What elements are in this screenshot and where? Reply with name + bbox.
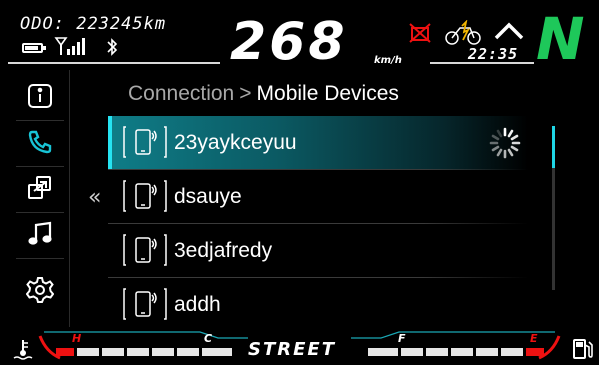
breadcrumb-current: Mobile Devices xyxy=(256,82,399,105)
fuel-full-label: F xyxy=(398,332,406,345)
device-row[interactable]: 23yaykceyuu xyxy=(108,116,528,170)
scrollbar-thumb[interactable] xyxy=(552,126,555,168)
device-name: addh xyxy=(174,293,221,316)
connect-icon xyxy=(28,176,51,199)
bluetooth-icon xyxy=(107,38,118,56)
riding-mode: STREET xyxy=(248,339,336,360)
engine-warning-icon xyxy=(409,23,431,43)
info-icon xyxy=(28,84,52,108)
signal-strength-icon xyxy=(54,37,85,55)
list-scrollbar[interactable] xyxy=(552,126,555,290)
sidebar-item-music[interactable] xyxy=(20,214,60,254)
speedometer: 268 km/h xyxy=(226,12,416,74)
temp-low-label: C xyxy=(204,332,213,345)
sidebar-item-phone[interactable] xyxy=(20,122,60,162)
battery-icon xyxy=(22,43,46,53)
clock: 22:35 xyxy=(468,45,519,63)
sidebar xyxy=(10,70,70,327)
breadcrumb: Connection > Mobile Devices xyxy=(128,82,399,106)
loading-spinner-icon xyxy=(489,127,521,159)
sidebar-item-connectivity[interactable] xyxy=(20,168,60,208)
speed-unit: km/h xyxy=(374,55,402,66)
temp-high-label: H xyxy=(72,332,82,345)
fuel-empty-label: E xyxy=(530,332,538,345)
mobile-device-icon xyxy=(123,288,167,320)
odometer: ODO: 223245km xyxy=(20,14,166,34)
device-name: dsauye xyxy=(174,185,242,208)
device-row[interactable]: 3edjafredy xyxy=(108,224,528,278)
music-icon xyxy=(28,221,52,245)
status-footer: H C STREET F E xyxy=(0,326,599,365)
navigation-arrow-icon xyxy=(494,22,524,40)
odometer-label: ODO: xyxy=(20,14,65,34)
device-row[interactable]: addh xyxy=(108,278,528,332)
mobile-device-icon xyxy=(123,126,167,158)
gear-icon xyxy=(26,277,54,303)
header-divider-left xyxy=(8,62,220,64)
breadcrumb-parent[interactable]: Connection xyxy=(128,82,234,105)
device-name: 3edjafredy xyxy=(174,239,273,262)
fuel-pump-icon xyxy=(573,339,593,359)
device-name: 23yaykceyuu xyxy=(174,131,297,154)
speed-value: 268 xyxy=(230,12,348,72)
gear-indicator: N xyxy=(536,5,585,73)
motorcycle-icon xyxy=(445,20,481,45)
odometer-value: 223245km xyxy=(76,14,167,34)
mobile-device-icon xyxy=(123,234,167,266)
coolant-temperature-icon xyxy=(13,340,33,360)
sidebar-item-settings[interactable] xyxy=(20,270,60,310)
sidebar-item-info[interactable] xyxy=(20,76,60,116)
phone-icon xyxy=(28,130,52,154)
breadcrumb-separator: > xyxy=(239,82,252,105)
device-row[interactable]: dsauye xyxy=(108,170,528,224)
mobile-device-icon xyxy=(123,180,167,212)
back-chevron-icon[interactable]: « xyxy=(88,185,101,210)
